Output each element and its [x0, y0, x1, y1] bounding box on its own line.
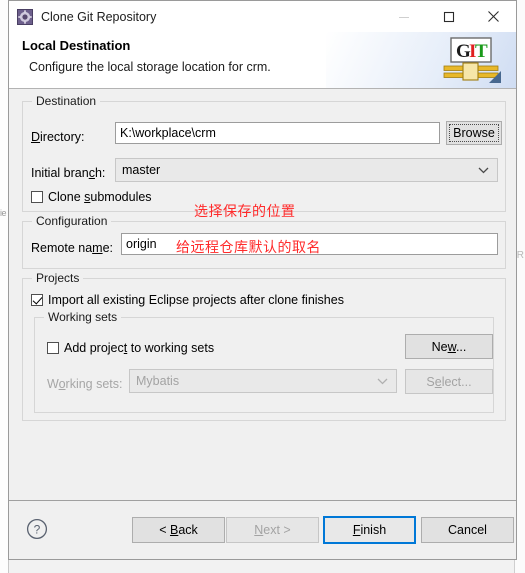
chevron-down-icon: [478, 163, 489, 177]
chevron-down-icon: [377, 374, 388, 388]
clone-submodules-label: Clone submodules: [48, 190, 152, 204]
window-title: Clone Git Repository: [41, 9, 157, 24]
destination-group-label: Destination: [32, 94, 101, 108]
window-controls: [381, 1, 516, 32]
page-description: Configure the local storage location for…: [29, 60, 271, 74]
initial-branch-value: master: [122, 163, 161, 177]
working-sets-group: Working sets: [34, 310, 494, 413]
import-projects-checkbox[interactable]: Import all existing Eclipse projects aft…: [31, 293, 344, 307]
cancel-button[interactable]: Cancel: [421, 517, 514, 543]
select-working-set-button: Select...: [405, 369, 493, 394]
background-right-text-fragment: R: [516, 250, 524, 261]
back-button-label: < Back: [159, 523, 198, 537]
svg-text:?: ?: [34, 523, 41, 537]
browse-button-label: Browse: [453, 126, 495, 140]
add-project-checkbox-box[interactable]: [47, 342, 59, 354]
back-button[interactable]: < Back: [132, 517, 225, 543]
dialog-content: Destination 选择保存的位置 Directory: K:\workpl…: [9, 89, 516, 500]
finish-button-label: Finish: [352, 523, 387, 537]
import-projects-label: Import all existing Eclipse projects aft…: [48, 293, 344, 307]
working-sets-value: Mybatis: [136, 374, 180, 388]
browse-button[interactable]: Browse: [446, 121, 502, 145]
add-project-label: Add project to working sets: [64, 341, 215, 355]
git-repository-icon: [17, 8, 33, 25]
annotation-choose-save-location: 选择保存的位置: [194, 204, 296, 220]
projects-group-label: Projects: [32, 271, 84, 285]
finish-button[interactable]: Finish: [323, 516, 416, 544]
new-button-label: New...: [431, 339, 467, 354]
svg-text:T: T: [475, 41, 488, 62]
minimize-icon[interactable]: [381, 1, 426, 32]
cancel-button-label: Cancel: [448, 523, 487, 537]
directory-input[interactable]: K:\workplace\crm: [115, 122, 440, 144]
initial-branch-combo[interactable]: master: [115, 158, 498, 182]
page-banner: Local Destination Configure the local st…: [9, 32, 516, 89]
next-button: Next >: [226, 517, 319, 543]
page-title: Local Destination: [22, 38, 131, 53]
close-icon[interactable]: [471, 1, 516, 32]
annotation-remote-default-name: 给远程仓库默认的取名: [176, 240, 321, 256]
background-left-text-fragment: ie: [0, 208, 7, 218]
select-button-label: Select...: [426, 374, 472, 389]
remote-name-label: Remote name:: [31, 241, 114, 255]
new-working-set-button[interactable]: New...: [405, 334, 493, 359]
working-sets-combo: Mybatis: [129, 369, 397, 393]
clone-submodules-checkbox-box[interactable]: [31, 191, 43, 203]
next-button-label: Next >: [254, 523, 291, 537]
configuration-group-label: Configuration: [32, 214, 112, 228]
directory-label: Directory:: [31, 130, 85, 144]
initial-branch-label: Initial branch:: [31, 166, 106, 180]
title-bar: Clone Git Repository: [9, 1, 516, 32]
clone-git-repository-dialog: Clone Git Repository Local Destination C…: [8, 0, 517, 560]
working-sets-label: Working sets:: [47, 377, 123, 391]
git-logo-icon: G I T: [439, 37, 503, 86]
help-icon[interactable]: ?: [26, 518, 48, 540]
clone-submodules-checkbox[interactable]: Clone submodules: [31, 190, 152, 204]
add-project-to-working-sets-checkbox[interactable]: Add project to working sets: [47, 341, 214, 355]
maximize-icon[interactable]: [426, 1, 471, 32]
import-projects-checkbox-box[interactable]: [31, 294, 43, 306]
working-sets-group-label: Working sets: [44, 310, 122, 324]
dialog-button-bar: ? < Back Next > Finish Cancel: [9, 500, 516, 559]
